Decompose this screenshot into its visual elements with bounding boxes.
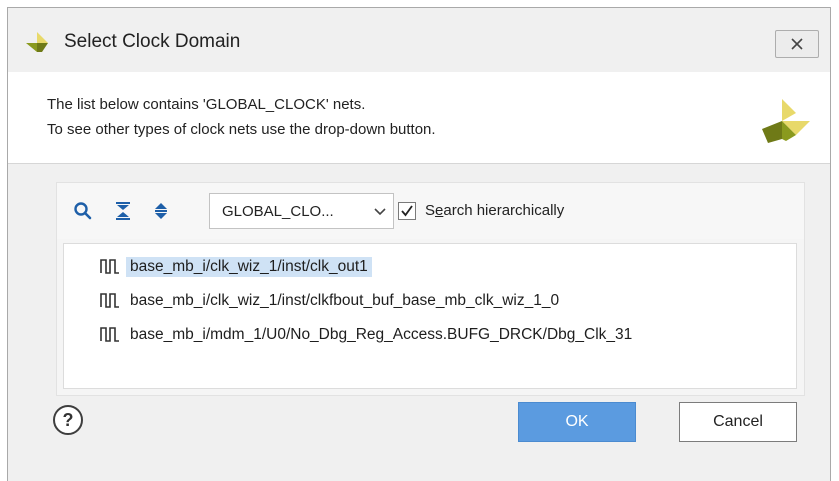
search-hierarchically-label[interactable]: Search hierarchically xyxy=(425,202,564,219)
clock-net-panel: GLOBAL_CLO... Search hierarchically base… xyxy=(56,182,805,396)
clock-type-dropdown[interactable]: GLOBAL_CLO... xyxy=(209,193,394,229)
clock-net-icon xyxy=(100,327,119,342)
xilinx-logo-icon xyxy=(762,99,810,143)
net-name: base_mb_i/clk_wiz_1/inst/clkfbout_buf_ba… xyxy=(130,292,560,309)
title-bar: Select Clock Domain xyxy=(8,8,830,72)
label-prefix: S xyxy=(425,202,436,219)
chevron-down-icon xyxy=(374,208,386,216)
header-description-line-1: The list below contains 'GLOBAL_CLOCK' n… xyxy=(47,96,366,113)
ok-button[interactable]: OK xyxy=(518,402,636,442)
search-icon[interactable] xyxy=(73,201,93,221)
xilinx-logo-icon xyxy=(26,32,48,52)
clock-net-icon xyxy=(100,293,119,308)
cancel-button[interactable]: Cancel xyxy=(679,402,797,442)
collapse-all-icon[interactable] xyxy=(113,201,133,221)
close-button[interactable] xyxy=(775,30,819,58)
clock-net-icon xyxy=(100,259,119,274)
close-icon xyxy=(791,38,803,50)
header-description-line-2: To see other types of clock nets use the… xyxy=(47,121,436,138)
panel-toolbar: GLOBAL_CLO... Search hierarchically xyxy=(57,183,804,239)
net-name: base_mb_i/mdm_1/U0/No_Dbg_Reg_Access.BUF… xyxy=(130,326,633,343)
checkmark-icon xyxy=(401,205,413,217)
search-hierarchically-checkbox[interactable] xyxy=(398,202,416,220)
select-clock-domain-dialog: Select Clock Domain The list below conta… xyxy=(7,7,831,481)
net-name: base_mb_i/clk_wiz_1/inst/clk_out1 xyxy=(126,257,372,277)
expand-all-icon[interactable] xyxy=(151,201,171,221)
label-rest: arch hierarchically xyxy=(443,202,565,219)
dialog-header: The list below contains 'GLOBAL_CLOCK' n… xyxy=(8,72,830,164)
help-button[interactable]: ? xyxy=(53,405,83,435)
dialog-title: Select Clock Domain xyxy=(64,31,241,52)
clock-type-value: GLOBAL_CLO... xyxy=(222,203,334,220)
clock-net-list: base_mb_i/clk_wiz_1/inst/clk_out1 base_m… xyxy=(63,243,797,389)
